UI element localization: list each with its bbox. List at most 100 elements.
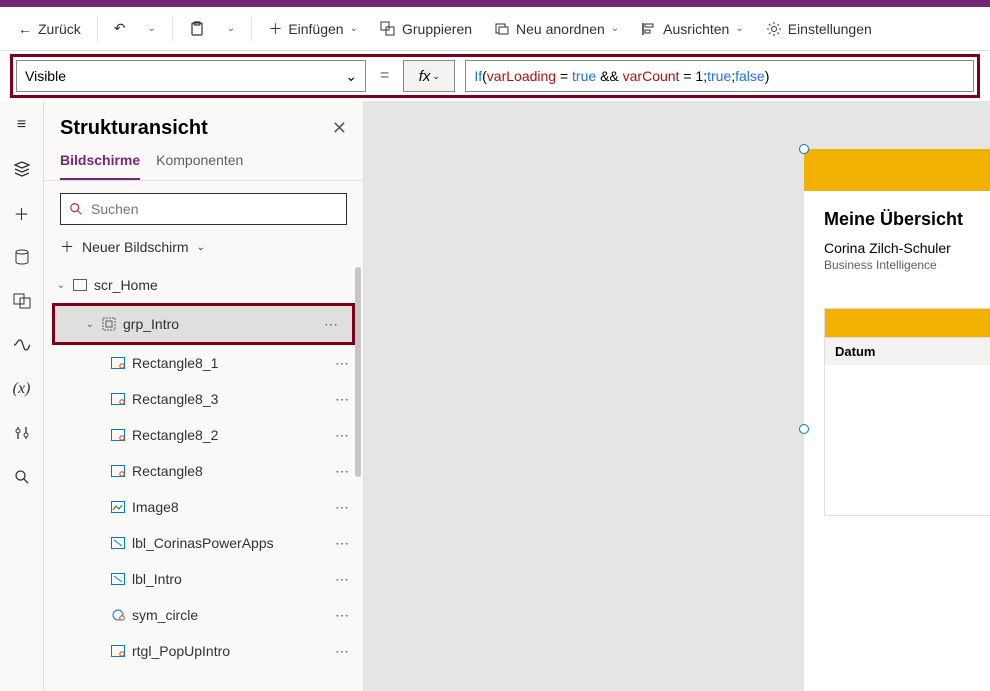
fx-button[interactable]: fx ⌄ [403, 60, 455, 92]
undo-button[interactable]: ↶ [104, 14, 136, 43]
overview-heading: Meine Übersicht [824, 209, 990, 230]
reorder-icon [494, 21, 510, 37]
search-icon [14, 469, 30, 485]
more-icon[interactable]: ⋯ [335, 535, 349, 552]
tree-item[interactable]: Image8⋯ [44, 489, 363, 525]
more-icon[interactable]: ⋯ [335, 571, 349, 588]
tree-item-label: sym_circle [132, 607, 198, 623]
more-icon[interactable]: ⋯ [335, 355, 349, 372]
insert-button[interactable]: ＋ Einfügen ⌄ [258, 13, 368, 45]
media-rail-button[interactable] [6, 285, 38, 317]
more-icon[interactable]: ⋯ [335, 391, 349, 408]
tree-item[interactable]: sym_circle ⋯ [44, 597, 363, 633]
control-icon [110, 535, 126, 551]
left-rail: ≡ ＋ (x) [0, 101, 44, 691]
tab-screens[interactable]: Bildschirme [60, 144, 140, 180]
tree-item[interactable]: Rectangle8_1 ⋯ [44, 345, 363, 381]
undo-dropdown[interactable]: ⌄ [138, 17, 166, 40]
tree-item-screen[interactable]: ⌄ scr_Home [44, 267, 363, 303]
more-icon[interactable]: ⋯ [335, 427, 349, 444]
tree-item[interactable]: Rectangle8_2 ⋯ [44, 417, 363, 453]
new-screen-label: Neuer Bildschirm [82, 239, 189, 255]
variables-rail-button[interactable]: (x) [6, 373, 38, 405]
col-date: Datum [825, 338, 990, 365]
tree-item[interactable]: Rectangle8⋯ [44, 453, 363, 489]
chevron-down-icon: ⌄ [148, 23, 156, 34]
search-input-wrapper[interactable] [60, 193, 347, 225]
align-button[interactable]: Ausrichten ⌄ [631, 15, 754, 43]
align-icon [641, 21, 657, 37]
tab-components[interactable]: Komponenten [156, 144, 243, 180]
group-label: Gruppieren [402, 21, 472, 37]
data-rail-button[interactable] [6, 241, 38, 273]
property-selector[interactable]: Visible ⌄ [16, 60, 366, 92]
canvas-area[interactable]: Lunch Dat Meine Übersicht Corina Zilch-S… [364, 101, 990, 691]
chevron-down-icon[interactable]: ⌄ [54, 280, 68, 291]
chevron-down-icon: ⌄ [432, 71, 440, 82]
fx-icon: fx [419, 68, 431, 85]
control-icon [110, 571, 126, 587]
insert-rail-button[interactable]: ＋ [6, 197, 38, 229]
control-icon [110, 427, 126, 443]
arrow-left-icon: ← [18, 21, 32, 37]
flows-rail-button[interactable] [6, 329, 38, 361]
more-icon[interactable]: ⋯ [324, 316, 338, 333]
control-icon [110, 607, 126, 623]
database-icon [14, 249, 30, 265]
tree-item-label: Rectangle8_1 [132, 355, 218, 371]
equals-sign: = [376, 67, 393, 85]
formula-var2: varCount [623, 68, 680, 84]
tools-rail-button[interactable] [6, 417, 38, 449]
panel-title: Strukturansicht [60, 117, 208, 140]
separator [97, 17, 98, 41]
tree-item[interactable]: lbl_Intro ⋯ [44, 561, 363, 597]
property-name: Visible [25, 68, 66, 84]
group-button[interactable]: Gruppieren [370, 15, 482, 43]
hamburger-button[interactable]: ≡ [6, 109, 38, 141]
chevron-down-icon[interactable]: ⌄ [83, 319, 97, 330]
tree-item[interactable]: rtgl_PopUpIntro ⋯ [44, 633, 363, 669]
paste-button[interactable] [179, 15, 215, 43]
control-icon [110, 463, 126, 479]
tree-item-label: grp_Intro [123, 316, 179, 332]
tree-view-button[interactable] [6, 153, 38, 185]
search-input[interactable] [91, 201, 338, 217]
chevron-down-icon: ⌄ [611, 23, 619, 34]
reorder-button[interactable]: Neu anordnen ⌄ [484, 15, 629, 43]
table-body [825, 365, 990, 515]
more-icon[interactable]: ⋯ [335, 643, 349, 660]
more-icon[interactable]: ⋯ [335, 499, 349, 516]
formula-highlight: Visible ⌄ = fx ⌄ If(varLoading = true &&… [10, 54, 980, 98]
formula-bar: Visible ⌄ = fx ⌄ If(varLoading = true &&… [0, 51, 990, 101]
hamburger-icon: ≡ [17, 116, 26, 134]
more-icon[interactable]: ⋯ [335, 607, 349, 624]
formula-var1: varLoading [487, 68, 556, 84]
tree-item-label: rtgl_PopUpIntro [132, 643, 230, 659]
selection-handle[interactable] [799, 424, 809, 434]
search-rail-button[interactable] [6, 461, 38, 493]
selected-tree-highlight: ⌄ grp_Intro ⋯ [52, 303, 355, 345]
formula-input[interactable]: If(varLoading = true && varCount = 1;tru… [465, 60, 974, 92]
chevron-down-icon: ⌄ [350, 23, 358, 34]
reorder-label: Neu anordnen [516, 21, 605, 37]
tree-item[interactable]: Rectangle8_3⋯ [44, 381, 363, 417]
tree-item-label: Rectangle8_2 [132, 427, 218, 443]
formula-kw3: false [735, 68, 765, 84]
more-icon[interactable]: ⋯ [335, 463, 349, 480]
selection-handle[interactable] [799, 144, 809, 154]
control-icon [110, 391, 126, 407]
tree-item-label: lbl_Intro [132, 571, 182, 587]
plus-icon: ＋ [13, 201, 29, 225]
app-preview[interactable]: Lunch Dat Meine Übersicht Corina Zilch-S… [804, 149, 990, 691]
paste-dropdown[interactable]: ⌄ [217, 17, 245, 40]
settings-button[interactable]: Einstellungen [756, 15, 882, 43]
close-icon[interactable]: ✕ [332, 118, 347, 139]
screen-icon [72, 277, 88, 293]
align-label: Ausrichten [663, 21, 729, 37]
back-button[interactable]: ← Zurück [8, 15, 91, 43]
tree-item[interactable]: lbl_CorinasPowerApps⋯ [44, 525, 363, 561]
tree-view-panel: Strukturansicht ✕ Bildschirme Komponente… [44, 101, 364, 691]
tree-item-group[interactable]: ⌄ grp_Intro ⋯ [55, 306, 352, 342]
plus-icon: ＋ [268, 19, 282, 39]
new-screen-button[interactable]: ＋ Neuer Bildschirm ⌄ [44, 233, 363, 267]
